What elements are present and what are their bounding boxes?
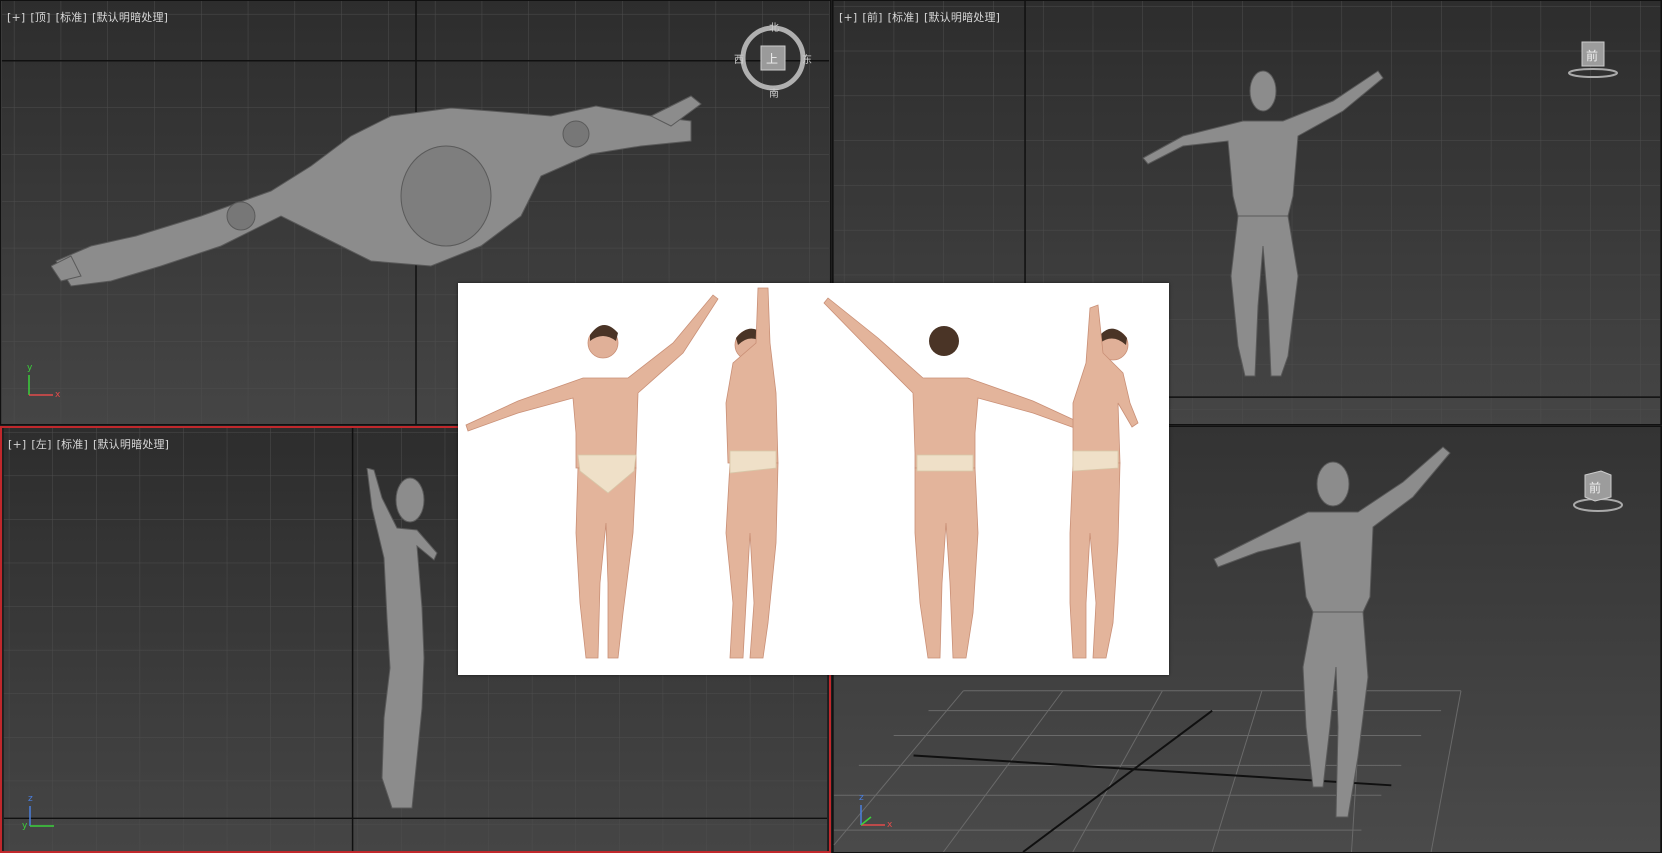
axis-tripod: z x: [859, 793, 893, 830]
reference-figures-illustration: [458, 283, 1169, 675]
model-top-view: [51, 95, 702, 287]
viewcube-face: 前: [1589, 481, 1602, 495]
viewcube[interactable]: 前: [1571, 467, 1625, 513]
viewport-label[interactable]: [+] [左] [标准] [默认明暗处理]: [8, 436, 174, 452]
viewport-label[interactable]: [+] [顶] [标准] [默认明暗处理]: [7, 9, 173, 25]
compass-south: 南: [769, 89, 779, 100]
viewcube-face: 上: [766, 52, 779, 66]
compass-north: 北: [769, 23, 779, 34]
compass-viewcube[interactable]: 北 南 东 西 上: [734, 23, 812, 100]
compass-west: 西: [734, 55, 744, 66]
model-perspective-view: [1213, 446, 1451, 818]
viewcube-face: 前: [1586, 49, 1599, 63]
model-left-view: [366, 468, 438, 809]
viewport-label[interactable]: [+] [前] [标准] [默认明暗处理]: [839, 9, 1005, 25]
viewcube[interactable]: 前: [1567, 39, 1619, 81]
axis-tripod: y x: [27, 363, 61, 400]
reference-image-panel: [458, 283, 1169, 675]
axis-tripod: z y: [22, 794, 54, 831]
compass-east: 东: [802, 55, 812, 66]
